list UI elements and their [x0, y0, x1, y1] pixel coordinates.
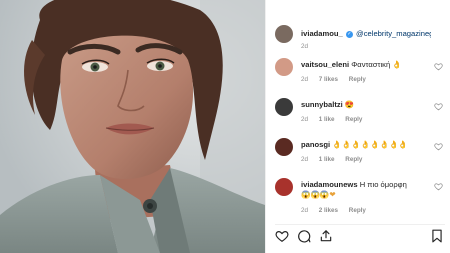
portrait-image — [0, 0, 265, 253]
comment-age: 2d — [301, 207, 309, 214]
comment-age: 2d — [301, 116, 309, 123]
heart-icon[interactable] — [434, 142, 443, 151]
comment-likes[interactable]: 2 likes — [319, 207, 338, 214]
caption-text: iviadamou_ ✓ @celebrity_magazinegr — [301, 29, 431, 39]
comment-emoji: 👌👌👌👌👌👌👌👌 — [332, 140, 408, 149]
comment-age: 2d — [301, 156, 309, 163]
reply-button[interactable]: Reply — [349, 76, 366, 83]
avatar[interactable] — [275, 58, 293, 76]
comment-emoji: 😱😱😱❤ — [301, 190, 336, 199]
comment-item: panosgi 👌👌👌👌👌👌👌👌 2d 1 like Reply — [275, 136, 445, 168]
avatar[interactable] — [275, 178, 293, 196]
reply-button[interactable]: Reply — [345, 116, 362, 123]
comment-icon[interactable] — [297, 229, 311, 243]
comment-username[interactable]: vaitsou_eleni — [301, 60, 349, 69]
comment-username[interactable]: iviadamounews — [301, 180, 358, 189]
caption-username[interactable]: iviadamou_ — [301, 29, 343, 38]
heart-icon[interactable] — [434, 62, 443, 71]
comment-text-continued: 😱😱😱❤ — [301, 190, 431, 200]
comment-meta: 2d 1 like Reply — [301, 156, 371, 163]
comment-body: Η πιο όμορφη — [359, 180, 407, 189]
heart-icon[interactable] — [434, 182, 443, 191]
comment-username[interactable]: sunnybaltzi — [301, 100, 343, 109]
caption-age: 2d — [301, 43, 309, 50]
comment-likes[interactable]: 1 like — [319, 156, 335, 163]
heart-icon[interactable] — [275, 229, 289, 243]
comment-item: sunnybaltzi 😍 2d 1 like Reply — [275, 96, 445, 128]
comment-emoji: 👌 — [392, 60, 402, 69]
caption-meta: 2d — [301, 43, 317, 50]
comment-likes[interactable]: 1 like — [319, 116, 335, 123]
post-photo — [0, 0, 265, 253]
comment-item: vaitsou_eleni Φανταστική 👌 2d 7 likes Re… — [275, 56, 445, 88]
comment-text: vaitsou_eleni Φανταστική 👌 — [301, 60, 431, 70]
comment-likes[interactable]: 7 likes — [319, 76, 338, 83]
avatar[interactable] — [275, 25, 293, 43]
verified-badge-icon: ✓ — [345, 30, 353, 38]
reply-button[interactable]: Reply — [349, 207, 366, 214]
comment-text: iviadamounews Η πιο όμορφη — [301, 180, 431, 190]
comment-text: panosgi 👌👌👌👌👌👌👌👌 — [301, 140, 431, 150]
comment-meta: 2d 1 like Reply — [301, 116, 371, 123]
comment-meta: 2d 7 likes Reply — [301, 76, 375, 83]
reply-button[interactable]: Reply — [345, 156, 362, 163]
bookmark-icon[interactable] — [430, 229, 444, 243]
comment-text: sunnybaltzi 😍 — [301, 100, 431, 110]
comment-username[interactable]: panosgi — [301, 140, 330, 149]
heart-icon[interactable] — [434, 102, 443, 111]
share-icon[interactable] — [319, 229, 333, 243]
comment-meta: 2d 2 likes Reply — [301, 207, 375, 214]
comment-age: 2d — [301, 76, 309, 83]
post-action-bar — [275, 224, 445, 244]
post-caption: iviadamou_ ✓ @celebrity_magazinegr 2d — [275, 22, 445, 52]
comment-body: Φανταστική — [351, 60, 391, 69]
avatar[interactable] — [275, 138, 293, 156]
comment-item: iviadamounews Η πιο όμορφη 😱😱😱❤ 2d 2 lik… — [275, 176, 445, 216]
avatar[interactable] — [275, 98, 293, 116]
comment-emoji: 😍 — [344, 100, 355, 109]
caption-mention[interactable]: @celebrity_magazinegr — [356, 29, 431, 38]
